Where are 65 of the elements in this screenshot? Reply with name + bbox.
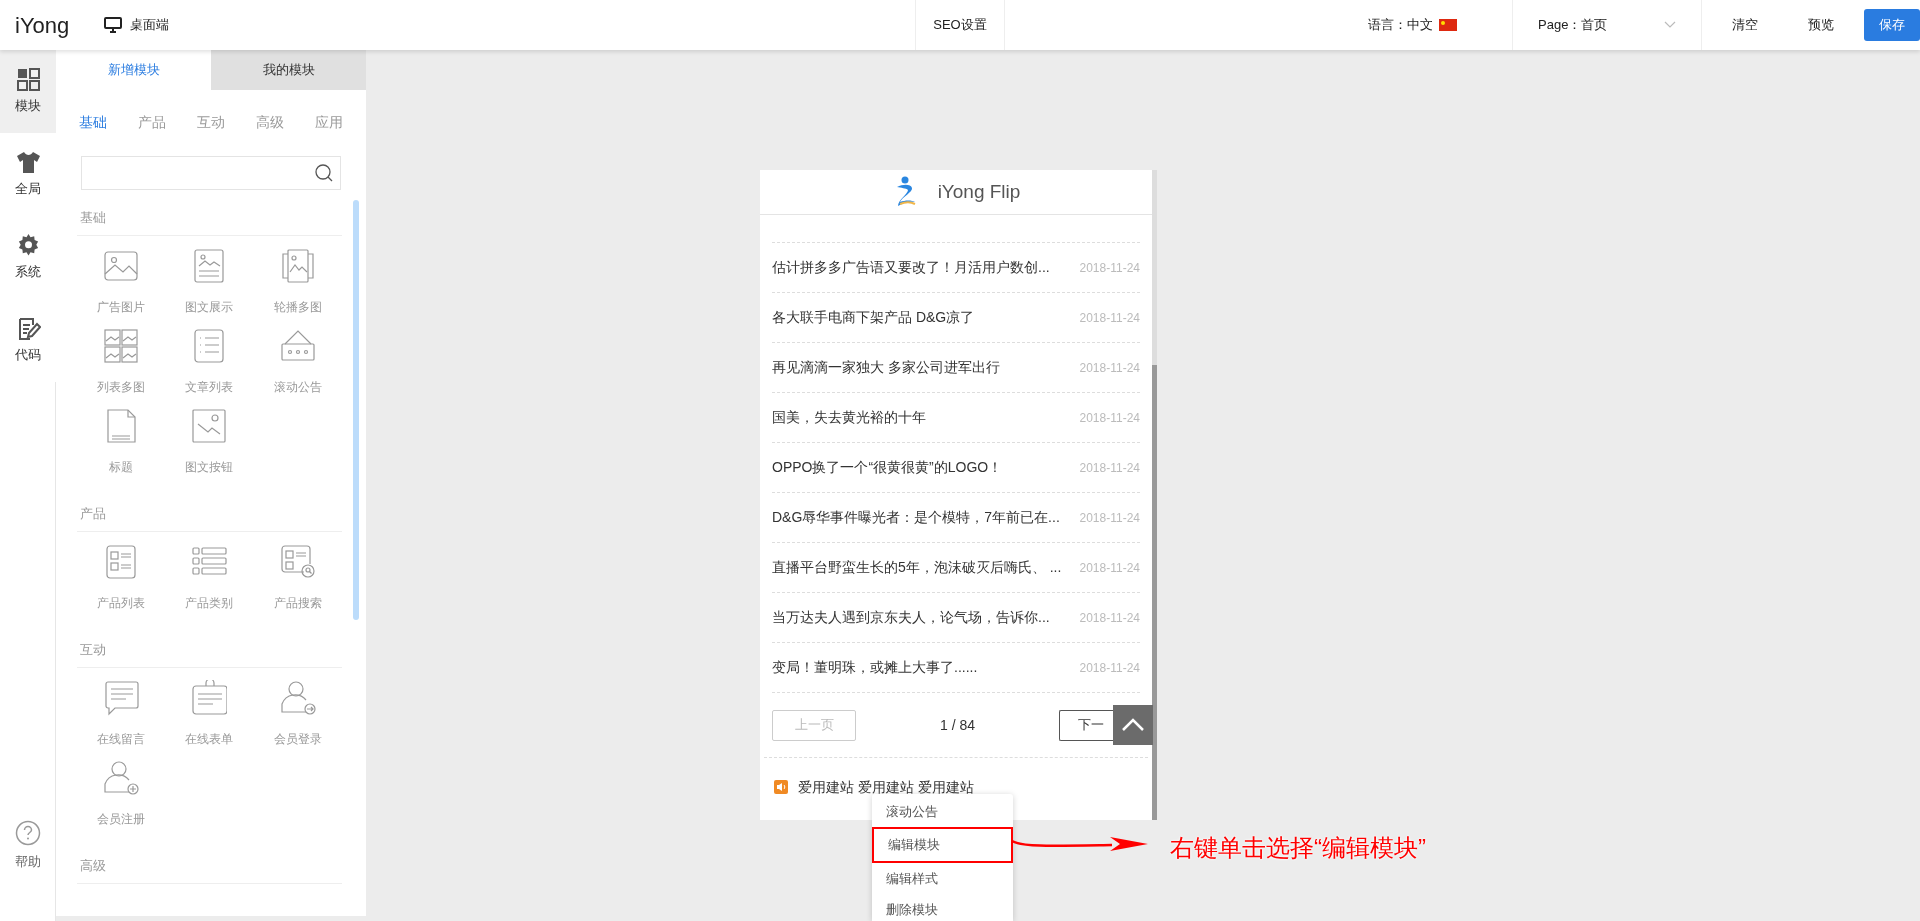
carousel-icon bbox=[279, 248, 316, 284]
help-icon bbox=[15, 820, 41, 847]
news-title[interactable]: 各大联手电商下架产品 D&G凉了 bbox=[772, 307, 975, 328]
news-title[interactable]: D&G辱华事件曝光者：是个模特，7年前已在... bbox=[772, 507, 1060, 528]
monitor-icon bbox=[104, 17, 123, 33]
panel-tab[interactable]: 我的模块 bbox=[211, 50, 366, 90]
clear-button[interactable]: 清空 bbox=[1722, 10, 1768, 40]
news-date: 2018-11-24 bbox=[1079, 459, 1140, 477]
chevron-up-icon bbox=[1121, 718, 1145, 732]
annotation-text: 右键单击选择“编辑模块” bbox=[1170, 833, 1426, 863]
logo-text: iYong bbox=[15, 11, 70, 40]
preview-button[interactable]: 预览 bbox=[1798, 10, 1844, 40]
news-date: 2018-11-24 bbox=[1079, 409, 1140, 427]
news-date: 2018-11-24 bbox=[1079, 509, 1140, 527]
chevron-down-icon bbox=[1664, 21, 1676, 29]
news-date: 2018-11-24 bbox=[1079, 559, 1140, 577]
speaker-icon bbox=[774, 780, 788, 794]
grid-icon bbox=[15, 67, 41, 93]
scrollbar-thumb[interactable] bbox=[1152, 365, 1157, 820]
user-login-icon bbox=[279, 680, 316, 716]
notice-text: 爱用建站 爱用建站 爱用建站 bbox=[798, 777, 974, 797]
section-heading: 产品 bbox=[80, 504, 106, 523]
menu-item[interactable]: 编辑模块 bbox=[872, 827, 1013, 863]
site-title: iYong Flip bbox=[937, 179, 1021, 204]
language-selector[interactable]: 语言：中文 bbox=[1368, 15, 1457, 35]
user-add-icon bbox=[103, 760, 140, 796]
section-heading: 互动 bbox=[80, 640, 106, 659]
flag-icon bbox=[1439, 19, 1457, 31]
news-date: 2018-11-24 bbox=[1079, 609, 1140, 627]
menu-item[interactable]: 滚动公告 bbox=[872, 796, 1013, 827]
news-title[interactable]: OPPO换了一个“很黄很黄”的LOGO！ bbox=[772, 457, 1003, 478]
news-date: 2018-11-24 bbox=[1079, 659, 1140, 677]
product-search-icon bbox=[279, 544, 316, 580]
back-to-top-button[interactable] bbox=[1113, 705, 1153, 745]
news-title[interactable]: 直播平台野蛮生长的5年，泡沫破灭后嗨氏、 ... bbox=[772, 557, 1062, 578]
notice-board-icon bbox=[279, 328, 316, 364]
news-date: 2018-11-24 bbox=[1079, 359, 1140, 377]
news-title[interactable]: 国美，失去黄光裕的十年 bbox=[772, 407, 926, 428]
news-date: 2018-11-24 bbox=[1079, 309, 1140, 327]
page-selector[interactable]: Page：首页 bbox=[1512, 0, 1702, 50]
image-icon bbox=[103, 248, 140, 284]
seo-settings-button[interactable]: SEO设置 bbox=[915, 0, 1005, 50]
page-indicator: 1 / 84 bbox=[940, 715, 975, 735]
message-icon bbox=[103, 680, 140, 716]
gallery-icon bbox=[103, 328, 140, 364]
scrollbar-thumb[interactable] bbox=[353, 200, 359, 620]
shirt-icon bbox=[15, 150, 41, 176]
news-date: 2018-11-24 bbox=[1079, 259, 1140, 277]
search-icon bbox=[314, 163, 334, 183]
news-title[interactable]: 估计拼多多广告语又要改了！月活用户数创... bbox=[772, 257, 1050, 278]
menu-item[interactable]: 删除模块 bbox=[872, 894, 1013, 921]
help-button[interactable]: 帮助 bbox=[0, 806, 56, 886]
desktop-view-button[interactable]: 桌面端 bbox=[104, 15, 170, 35]
news-title[interactable]: 当万达夫人遇到京东夫人，论气场，告诉你... bbox=[772, 607, 1050, 628]
image-button-icon bbox=[191, 408, 228, 444]
news-title[interactable]: 变局！董明珠，或摊上大事了...... bbox=[772, 657, 978, 678]
news-title[interactable]: 再见滴滴一家独大 多家公司进军出行 bbox=[772, 357, 1000, 378]
section-heading: 基础 bbox=[80, 208, 106, 227]
search-field[interactable] bbox=[81, 156, 341, 190]
sidebar-item[interactable]: 模块 bbox=[0, 50, 56, 133]
section-heading: 高级 bbox=[80, 856, 106, 875]
menu-item[interactable]: 编辑样式 bbox=[872, 863, 1013, 894]
form-icon bbox=[191, 680, 228, 716]
save-button[interactable]: 保存 bbox=[1864, 9, 1920, 41]
category-tab[interactable]: 基础 bbox=[63, 111, 123, 133]
